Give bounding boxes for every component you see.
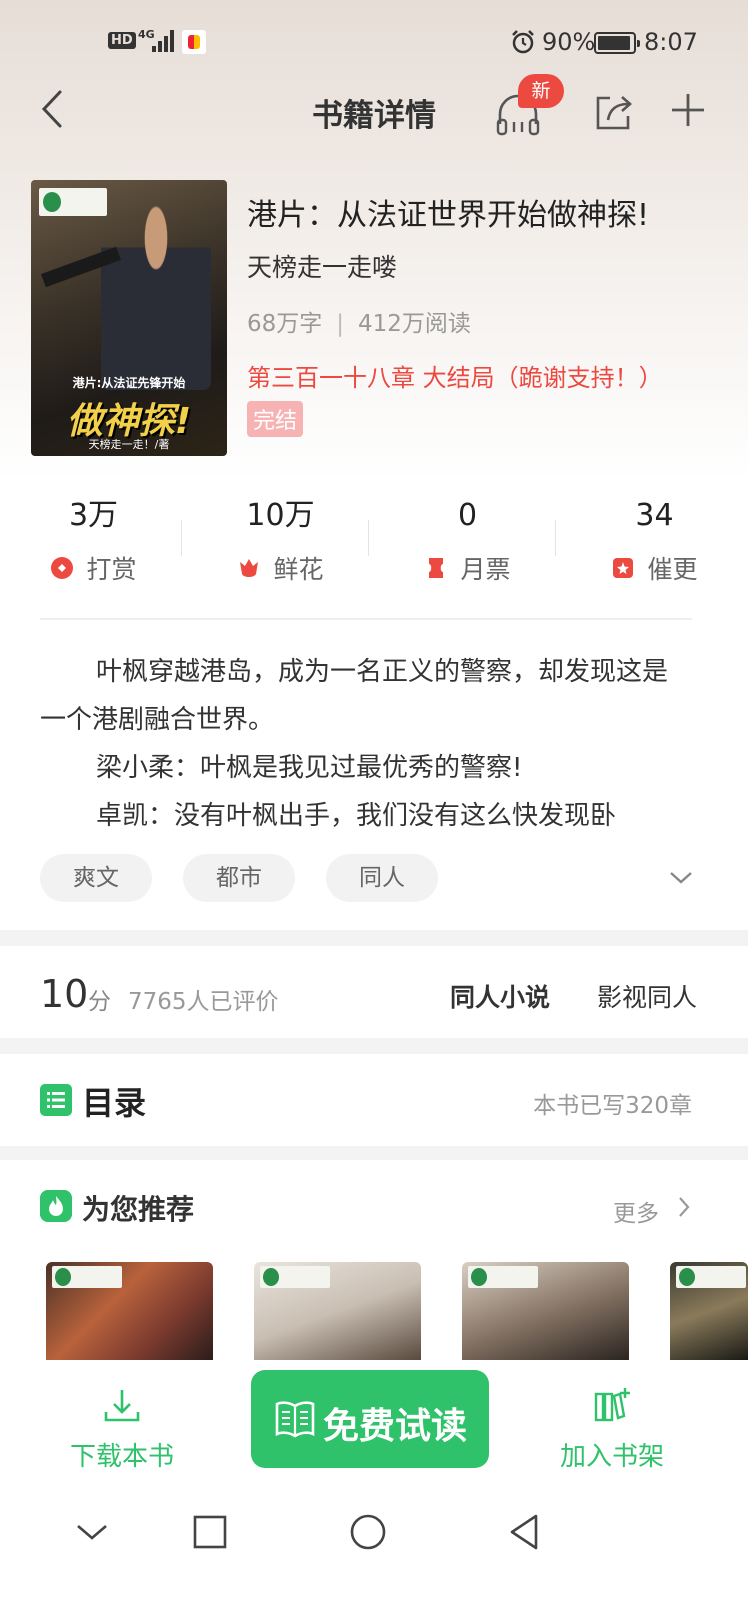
- counter-value: 3万: [68, 498, 119, 533]
- publisher-logo: [468, 1266, 538, 1288]
- table-of-contents-row[interactable]: 目录 本书已写320章: [0, 1054, 748, 1146]
- tag-chip[interactable]: 爽文: [40, 854, 152, 902]
- download-icon: [104, 1390, 140, 1422]
- cover-subtitle: 港片:从法证先锋开始: [72, 376, 186, 390]
- new-badge: 新: [518, 74, 564, 108]
- publisher-logo: [39, 188, 107, 216]
- synopsis-paragraph: 叶枫穿越港岛，成为一名正义的警察，却发现这是一个港剧融合世界。: [40, 657, 669, 735]
- ticket-icon: [429, 558, 444, 578]
- hd-indicator: HD: [108, 32, 136, 49]
- plus-icon[interactable]: [668, 88, 708, 132]
- recommended-book-cover[interactable]: [670, 1262, 748, 1360]
- status-bar: HD 4G 90% 8:07: [0, 0, 748, 86]
- counter-label: 月票: [460, 555, 511, 584]
- urge-icon: [613, 558, 634, 578]
- counter-urge[interactable]: 34 催更: [561, 496, 748, 596]
- more-link[interactable]: 更多: [613, 1194, 659, 1228]
- recommended-book-cover[interactable]: [46, 1262, 213, 1360]
- recents-square-icon[interactable]: [188, 1510, 232, 1554]
- rating-count: 7765人已评价: [128, 989, 279, 1015]
- chapter-count: 本书已写320章: [533, 1093, 692, 1119]
- synopsis-paragraph: 梁小柔：叶枫是我见过最优秀的警察!: [96, 753, 523, 783]
- alarm-icon: [512, 30, 534, 54]
- publisher-logo: [676, 1266, 746, 1288]
- book-author[interactable]: 天榜走一走喽: [247, 248, 397, 284]
- synopsis-paragraph: 卓凯：没有叶枫出手，我们没有这么快发现卧: [96, 801, 617, 831]
- divider: [181, 520, 182, 556]
- read-count: 412万阅读: [358, 311, 471, 337]
- recommend-header: 为您推荐 更多: [0, 1160, 748, 1250]
- bookshelf-add-icon: [594, 1388, 630, 1422]
- list-icon: [40, 1084, 72, 1116]
- book-cover[interactable]: 港片:从法证先锋开始 做神探! 天榜走一走！/著: [31, 180, 227, 456]
- counter-value: 10万: [246, 498, 315, 533]
- battery-percent: 90%: [542, 28, 596, 56]
- rating-unit: 分: [88, 989, 111, 1015]
- counter-label: 打赏: [86, 555, 137, 584]
- book-title: 港片：从法证世界开始做神探!: [247, 198, 650, 233]
- add-to-shelf-label: 加入书架: [559, 1442, 664, 1472]
- bottom-action-bar: 下载本书 免费试读 加入书架: [0, 1360, 748, 1488]
- genre-link-secondary[interactable]: 影视同人: [597, 978, 697, 1014]
- chevron-down-icon[interactable]: [668, 868, 694, 888]
- share-icon[interactable]: [592, 90, 636, 134]
- back-triangle-icon[interactable]: [502, 1510, 546, 1554]
- add-to-shelf-button[interactable]: 加入书架: [550, 1376, 674, 1476]
- app-notification-icon: [182, 30, 206, 54]
- divider: [368, 520, 369, 556]
- counter-flower[interactable]: 10万 鲜花: [187, 496, 374, 596]
- download-button[interactable]: 下载本书: [60, 1376, 184, 1476]
- battery-icon: [594, 32, 640, 54]
- book-stats: 68万字 | 412万阅读: [247, 304, 471, 338]
- clock: 8:07: [644, 28, 698, 56]
- section-separator: [0, 1038, 748, 1054]
- publisher-logo: [260, 1266, 330, 1288]
- cover-figure: [101, 200, 211, 390]
- flower-icon: [240, 559, 259, 577]
- rating-row[interactable]: 10 分 7765人已评价 同人小说 影视同人: [0, 946, 748, 1038]
- home-circle-icon[interactable]: [346, 1510, 390, 1554]
- counter-value: 34: [635, 498, 674, 533]
- divider: [40, 618, 692, 620]
- counter-value: 0: [457, 498, 478, 533]
- recommended-book-cover[interactable]: [462, 1262, 629, 1360]
- flame-icon: [40, 1190, 72, 1222]
- counter-label: 催更: [647, 555, 698, 584]
- recommend-title: 为您推荐: [82, 1193, 195, 1226]
- counter-label: 鲜花: [273, 555, 324, 584]
- open-book-icon: [275, 1401, 315, 1438]
- system-nav-bar: [0, 1488, 748, 1600]
- reward-icon: [51, 557, 74, 579]
- divider: [555, 520, 556, 556]
- counter-ticket[interactable]: 0 月票: [374, 496, 561, 596]
- toc-title: 目录: [82, 1084, 147, 1122]
- status-badge: 完结: [247, 401, 304, 437]
- tag-chip[interactable]: 同人: [326, 854, 438, 902]
- recommended-book-cover[interactable]: [254, 1262, 421, 1360]
- book-synopsis[interactable]: 叶枫穿越港岛，成为一名正义的警察，却发现这是一个港剧融合世界。 梁小柔：叶枫是我…: [40, 648, 690, 840]
- section-separator: [0, 1146, 748, 1160]
- download-label: 下载本书: [69, 1442, 174, 1472]
- free-read-button[interactable]: 免费试读: [251, 1370, 489, 1468]
- support-counters: 3万 打赏 10万 鲜花 0 月票 34 催更: [0, 496, 748, 596]
- tag-chip[interactable]: 都市: [183, 854, 295, 902]
- signal-icon: [152, 30, 176, 52]
- genre-link-primary[interactable]: 同人小说: [450, 978, 550, 1014]
- chevron-down-icon[interactable]: [70, 1510, 114, 1554]
- counter-reward[interactable]: 3万 打赏: [0, 496, 187, 596]
- app-header: 书籍详情 新: [0, 74, 748, 146]
- cover-author: 天榜走一走！/著: [88, 438, 170, 451]
- chevron-right-icon[interactable]: [676, 1194, 692, 1220]
- section-separator: [0, 930, 748, 946]
- rating-score: 10: [40, 972, 89, 1016]
- latest-chapter-link[interactable]: 第三百一十八章 大结局（跪谢支持！）: [247, 358, 663, 393]
- publisher-logo: [52, 1266, 122, 1288]
- free-read-label: 免费试读: [323, 1406, 468, 1447]
- stats-separator: |: [336, 311, 345, 337]
- word-count: 68万字: [247, 311, 323, 337]
